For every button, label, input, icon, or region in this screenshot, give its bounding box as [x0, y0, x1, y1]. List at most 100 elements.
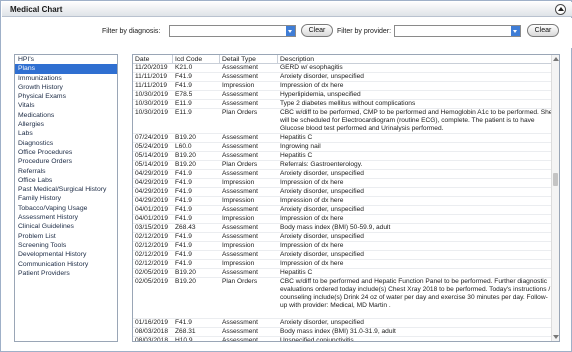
- cell-date: 05/24/2019: [135, 143, 169, 150]
- table-row[interactable]: 02/12/2019 F41.9 Impression Impression of d…: [133, 260, 552, 269]
- table-row[interactable]: 07/24/2019 B19.20 Assessment Hepatitis C: [133, 134, 552, 143]
- cell-date: 04/29/2019: [135, 188, 169, 195]
- cell-detail-type: Assessment: [222, 170, 258, 177]
- cell-description: Anxiety disorder, unspecified: [280, 73, 364, 80]
- nav-item-vitals[interactable]: Vitals: [15, 101, 117, 110]
- cell-icd-code: Z68.31: [175, 328, 196, 335]
- nav-item-diagnostics[interactable]: Diagnostics: [15, 139, 117, 148]
- nav-item-office-labs[interactable]: Office Labs: [15, 176, 117, 185]
- scroll-thumb[interactable]: [553, 173, 558, 186]
- column-header-description[interactable]: Description: [278, 55, 552, 64]
- nav-item-family-history[interactable]: Family History: [15, 194, 117, 203]
- cell-icd-code: B19.20: [175, 152, 196, 159]
- nav-item-communication-history[interactable]: Communication History: [15, 260, 117, 269]
- vertical-scrollbar[interactable]: [551, 55, 559, 341]
- nav-item-assessment-history[interactable]: Assessment History: [15, 213, 117, 222]
- cell-description: Hepatitis C: [280, 152, 313, 159]
- column-header-date[interactable]: Date: [133, 55, 173, 64]
- nav-item-allergies[interactable]: Allergies: [15, 120, 117, 129]
- cell-date: 04/29/2019: [135, 179, 169, 186]
- provider-filter-select[interactable]: [394, 25, 521, 37]
- table-row[interactable]: 08/03/2018 Z68.31 Assessment Body mass inde…: [133, 328, 552, 337]
- cell-detail-type: Assessment: [222, 64, 258, 71]
- cell-detail-type: Assessment: [222, 224, 258, 231]
- table-row[interactable]: 10/30/2019 E78.5 Assessment Hyperlipidemia,…: [133, 91, 552, 100]
- table-row[interactable]: 02/12/2019 F41.9 Impression Impression of d…: [133, 242, 552, 251]
- clear-diagnosis-button[interactable]: Clear: [301, 24, 333, 37]
- cell-detail-type: Plan Orders: [222, 161, 258, 168]
- table-row[interactable]: 02/12/2019 F41.9 Assessment Anxiety disorde…: [133, 251, 552, 260]
- table-row[interactable]: 04/29/2019 F41.9 Impression Impression of d…: [133, 197, 552, 206]
- filter-bar: Filter by diagnosis: Clear Filter by pro…: [2, 18, 572, 48]
- table-row[interactable]: 10/30/2019 E11.9 Assessment Type 2 diabetes…: [133, 100, 552, 109]
- nav-item-physical-exams[interactable]: Physical Exams: [15, 92, 117, 101]
- table-row[interactable]: 04/29/2019 F41.9 Impression Impression of d…: [133, 179, 552, 188]
- column-header-detail-type[interactable]: Detail Type: [220, 55, 278, 64]
- table-row[interactable]: 05/14/2019 B19.20 Assessment Hepatitis C: [133, 152, 552, 161]
- nav-item-hpi-s[interactable]: HPI's: [15, 55, 117, 64]
- cell-date: 07/24/2019: [135, 134, 169, 141]
- table-row[interactable]: 11/11/2019 F41.9 Impression Impression of d…: [133, 82, 552, 91]
- table-row[interactable]: 02/12/2019 F41.9 Assessment Anxiety disorde…: [133, 233, 552, 242]
- clear-provider-button[interactable]: Clear: [527, 24, 559, 37]
- cell-date: 10/30/2019: [135, 91, 169, 98]
- cell-description: Anxiety disorder, unspecified: [280, 251, 364, 258]
- table-row[interactable]: 04/29/2019 F41.9 Assessment Anxiety disorde…: [133, 188, 552, 197]
- cell-description: Hyperlipidemia, unspecified: [280, 91, 361, 98]
- cell-icd-code: F41.9: [175, 215, 192, 222]
- nav-item-patient-providers[interactable]: Patient Providers: [15, 269, 117, 278]
- window-title: Medical Chart: [10, 5, 63, 14]
- scroll-up-icon[interactable]: [553, 57, 559, 61]
- table-row[interactable]: 05/14/2019 B19.20 Plan Orders Referrals: Ga…: [133, 161, 552, 170]
- table-row[interactable]: 10/30/2019 E11.9 Plan Orders CBC w/diff to …: [133, 109, 552, 134]
- nav-item-growth-history[interactable]: Growth History: [15, 83, 117, 92]
- chevron-down-icon[interactable]: [286, 26, 295, 36]
- table-row[interactable]: 04/29/2019 F41.9 Assessment Anxiety disorde…: [133, 170, 552, 179]
- medical-chart-window: Medical Chart Filter by diagnosis: Clear…: [0, 0, 572, 352]
- nav-item-plans[interactable]: Plans: [15, 64, 117, 74]
- nav-item-labs[interactable]: Labs: [15, 129, 117, 138]
- table-row[interactable]: 02/05/2019 B19.20 Plan Orders CBC w/diff to…: [133, 278, 552, 319]
- nav-item-developmental-history[interactable]: Developmental History: [15, 250, 117, 259]
- diagnosis-filter-select[interactable]: [169, 25, 296, 37]
- table-row[interactable]: 11/20/2019 K21.0 Assessment GERD w/ esophag…: [133, 64, 552, 73]
- table-row[interactable]: 04/01/2019 F41.9 Impression Impression of d…: [133, 215, 552, 224]
- cell-icd-code: F41.9: [175, 170, 192, 177]
- cell-icd-code: F41.9: [175, 242, 192, 249]
- cell-description: Impression of dx here: [280, 179, 344, 186]
- cell-detail-type: Impression: [222, 179, 255, 186]
- column-header-icd-code[interactable]: Icd Code: [173, 55, 220, 64]
- table-row[interactable]: 03/15/2019 Z68.43 Assessment Body mass inde…: [133, 224, 552, 233]
- cell-description: Impression of dx here: [280, 242, 344, 249]
- table-row[interactable]: 01/16/2019 F41.9 Assessment Anxiety disorde…: [133, 319, 552, 328]
- nav-item-past-medical-surgical-history[interactable]: Past Medical/Surgical History: [15, 185, 117, 194]
- table-row[interactable]: 05/24/2019 L60.0 Assessment Ingrowing nail: [133, 143, 552, 152]
- collapse-icon[interactable]: [555, 4, 566, 15]
- cell-date: 02/12/2019: [135, 242, 169, 249]
- nav-item-immunizations[interactable]: Immunizations: [15, 74, 117, 83]
- nav-item-problem-list[interactable]: Problem List: [15, 232, 117, 241]
- nav-item-procedure-orders[interactable]: Procedure Orders: [15, 157, 117, 166]
- nav-item-office-procedures[interactable]: Office Procedures: [15, 148, 117, 157]
- nav-item-medications[interactable]: Medications: [15, 111, 117, 120]
- table-row[interactable]: 11/11/2019 F41.9 Assessment Anxiety disorde…: [133, 73, 552, 82]
- table-row[interactable]: 08/03/2018 H10.9 Assessment Unspecified con…: [133, 337, 552, 341]
- cell-description: Hepatitis C: [280, 269, 313, 276]
- cell-icd-code: B19.20: [175, 278, 196, 285]
- cell-icd-code: B19.20: [175, 134, 196, 141]
- chevron-down-icon[interactable]: [511, 26, 520, 36]
- table-row[interactable]: 04/01/2019 F41.9 Assessment Anxiety disorde…: [133, 206, 552, 215]
- diagnosis-filter-label: Filter by diagnosis:: [102, 28, 161, 35]
- cell-icd-code: K21.0: [175, 64, 193, 71]
- chart-grid: Date Icd Code Detail Type Description 11…: [132, 54, 560, 342]
- nav-item-referrals[interactable]: Referrals: [15, 167, 117, 176]
- cell-detail-type: Assessment: [222, 269, 258, 276]
- scroll-down-icon[interactable]: [553, 335, 559, 339]
- cell-icd-code: F41.9: [175, 251, 192, 258]
- nav-item-clinical-guidelines[interactable]: Clinical Guidelines: [15, 222, 117, 231]
- cell-detail-type: Impression: [222, 82, 255, 89]
- nav-item-screening-tools[interactable]: Screening Tools: [15, 241, 117, 250]
- table-row[interactable]: 02/05/2019 B19.20 Assessment Hepatitis C: [133, 269, 552, 278]
- cell-description: Impression of dx here: [280, 82, 344, 89]
- nav-item-tobacco-vaping-usage[interactable]: Tobacco/Vaping Usage: [15, 204, 117, 213]
